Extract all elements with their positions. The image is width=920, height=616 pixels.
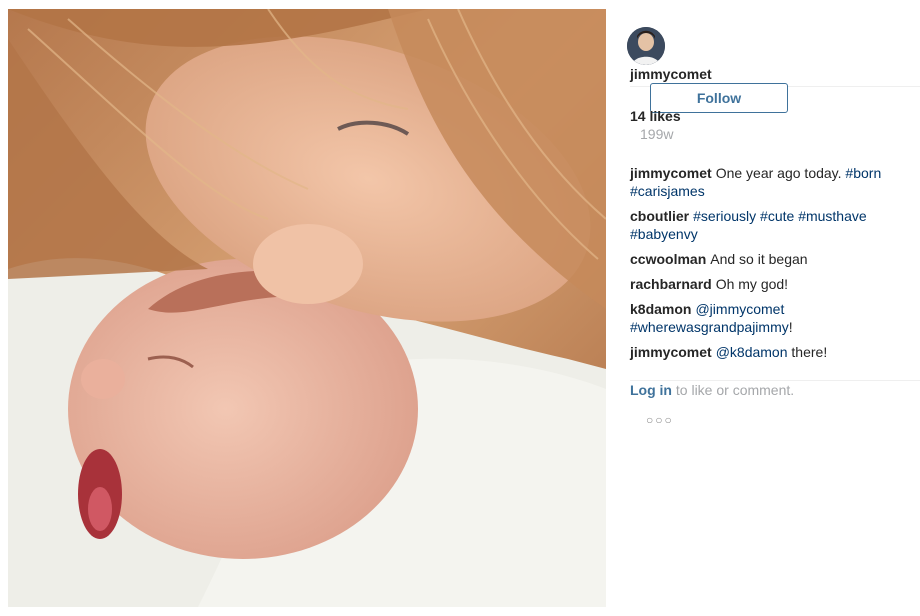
comment-tag-link[interactable]: @k8damon <box>716 344 788 360</box>
comment-item: cboutlier #seriously #cute #musthave #bab… <box>630 207 916 243</box>
comment-text: ! <box>788 319 793 335</box>
photo-illustration <box>8 9 606 607</box>
comment-author[interactable]: cboutlier <box>630 208 689 224</box>
comment-item: k8damon @jimmycomet #wherewasgrandpajimmy… <box>630 300 916 336</box>
comment-tag-link[interactable]: #seriously <box>693 208 756 224</box>
comment-tag-link[interactable]: #musthave <box>798 208 866 224</box>
post-age[interactable]: 199w <box>640 126 673 142</box>
login-prompt-text: to like or comment. <box>672 382 795 398</box>
comment-author[interactable]: k8damon <box>630 301 691 317</box>
comments-list: jimmycomet One year ago today. #born #car… <box>630 164 916 368</box>
more-options-icon[interactable]: ○○○ <box>646 413 674 427</box>
comment-text: And so it began <box>710 251 808 267</box>
comment-tag-link[interactable]: @jimmycomet <box>695 301 784 317</box>
comment-author[interactable]: ccwoolman <box>630 251 706 267</box>
comment-tag-link[interactable]: #wherewasgrandpajimmy <box>630 319 789 335</box>
avatar-image <box>627 27 665 65</box>
comment-author[interactable]: rachbarnard <box>630 276 712 292</box>
comment-text: Oh my god! <box>715 276 789 292</box>
comment-item: jimmycomet @k8damon there! <box>630 343 916 361</box>
likes-count[interactable]: 14 likes <box>630 108 681 124</box>
post-username[interactable]: jimmycomet <box>630 66 712 82</box>
comment-tag-link[interactable]: #cute <box>760 208 794 224</box>
avatar[interactable] <box>627 27 665 65</box>
comment-tag-link[interactable]: #carisjames <box>630 183 705 199</box>
comment-author[interactable]: jimmycomet <box>630 165 712 181</box>
login-prompt: Log in to like or comment. <box>630 382 794 398</box>
comment-text: One year ago today. <box>715 165 846 181</box>
comment-item: rachbarnard Oh my god! <box>630 275 916 293</box>
comment-tag-link[interactable]: #babyenvy <box>630 226 698 242</box>
post-photo <box>8 9 606 607</box>
comment-tag-link[interactable]: #born <box>845 165 881 181</box>
post-sidebar: jimmycomet Follow 14 likes 199w jimmycom… <box>606 9 920 607</box>
comment-author[interactable]: jimmycomet <box>630 344 712 360</box>
comments-divider <box>630 380 920 381</box>
login-link[interactable]: Log in <box>630 382 672 398</box>
comment-item: ccwoolman And so it began <box>630 250 916 268</box>
comment-text: there! <box>787 344 828 360</box>
comment-item: jimmycomet One year ago today. #born #car… <box>630 164 916 200</box>
